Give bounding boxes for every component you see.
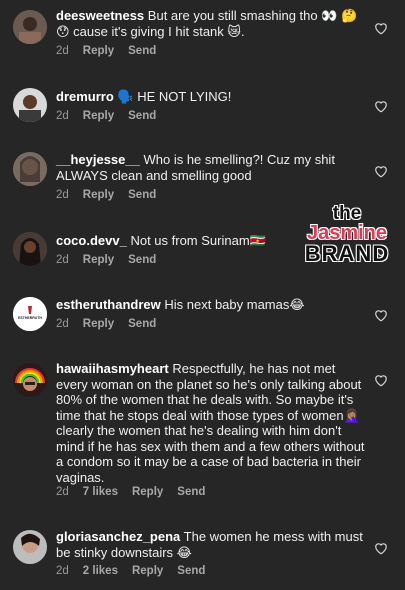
comment-meta: 2d 7 likes Reply Send [56, 486, 219, 498]
heart-outline-icon[interactable] [374, 100, 388, 113]
send-button[interactable]: Send [128, 110, 156, 122]
comment-username[interactable]: coco.devv_ [56, 233, 127, 248]
watermark-jasmine: Jasmine [306, 222, 388, 244]
likes-count[interactable]: 2 likes [83, 565, 118, 577]
comment-meta: 2d Reply Send [56, 254, 170, 266]
avatar[interactable] [13, 363, 47, 397]
comment-body: 🗣️ HE NOT LYING! [117, 89, 232, 104]
comment-meta: 2d Reply Send [56, 45, 170, 57]
comment-meta: 2d Reply Send [56, 318, 170, 330]
comment-username[interactable]: hawaiihasmyheart [56, 361, 169, 376]
comment-text: dremurro 🗣️ HE NOT LYING! [56, 89, 366, 105]
avatar[interactable] [13, 530, 47, 564]
brand-watermark: the Jasmine BRAND [294, 203, 400, 266]
comment-time: 2d [56, 45, 69, 57]
comment-time: 2d [56, 189, 69, 201]
heart-outline-icon[interactable] [374, 22, 388, 35]
comment-username[interactable]: __heyjesse__ [56, 152, 140, 167]
comment-meta: 2d Reply Send [56, 110, 170, 122]
avatar[interactable]: ESTHERRUTH [13, 297, 47, 331]
avatar[interactable] [13, 88, 47, 122]
watermark-the: the [332, 203, 362, 224]
send-button[interactable]: Send [177, 565, 205, 577]
comment-text: estheruthandrew His next baby mamas😂 [56, 297, 366, 313]
reply-button[interactable]: Reply [83, 110, 114, 122]
send-button[interactable]: Send [128, 254, 156, 266]
comment-username[interactable]: estheruthandrew [56, 297, 161, 312]
send-button[interactable]: Send [128, 189, 156, 201]
heart-outline-icon[interactable] [374, 542, 388, 555]
comment-body: His next baby mamas😂 [164, 297, 305, 312]
likes-count[interactable]: 7 likes [83, 486, 118, 498]
avatar[interactable] [13, 232, 47, 266]
comment-time: 2d [56, 254, 69, 266]
send-button[interactable]: Send [177, 486, 205, 498]
reply-button[interactable]: Reply [83, 45, 114, 57]
comment-meta: 2d Reply Send [56, 189, 170, 201]
comment-text: gloriasanchez_pena The women he mess wit… [56, 529, 366, 560]
send-button[interactable]: Send [128, 318, 156, 330]
watermark-brand: BRAND [304, 241, 390, 266]
comment-text: hawaiihasmyheart Respectfully, he has no… [56, 361, 366, 485]
comment-meta: 2d 2 likes Reply Send [56, 565, 219, 577]
reply-button[interactable]: Reply [83, 189, 114, 201]
send-button[interactable]: Send [128, 45, 156, 57]
reply-button[interactable]: Reply [132, 565, 163, 577]
comment-username[interactable]: gloriasanchez_pena [56, 529, 180, 544]
comment-text: __heyjesse__ Who is he smelling?! Cuz my… [56, 152, 366, 183]
avatar-logo-text: ESTHERRUTH [18, 316, 42, 320]
comment-time: 2d [56, 486, 69, 498]
reply-button[interactable]: Reply [83, 318, 114, 330]
reply-button[interactable]: Reply [132, 486, 163, 498]
reply-button[interactable]: Reply [83, 254, 114, 266]
comment-time: 2d [56, 318, 69, 330]
heart-outline-icon[interactable] [374, 165, 388, 178]
comment-time: 2d [56, 110, 69, 122]
comment-text: deesweetness But are you still smashing … [56, 8, 366, 39]
comment-username[interactable]: dremurro [56, 89, 114, 104]
comment-time: 2d [56, 565, 69, 577]
comment-username[interactable]: deesweetness [56, 8, 144, 23]
comment-body: Respectfully, he has not met every woman… [56, 361, 365, 485]
comment-body: Not us from Surinam🇸🇷 [130, 233, 266, 248]
avatar[interactable] [13, 152, 47, 186]
heart-outline-icon[interactable] [374, 374, 388, 387]
heart-outline-icon[interactable] [374, 309, 388, 322]
avatar[interactable] [13, 10, 47, 44]
